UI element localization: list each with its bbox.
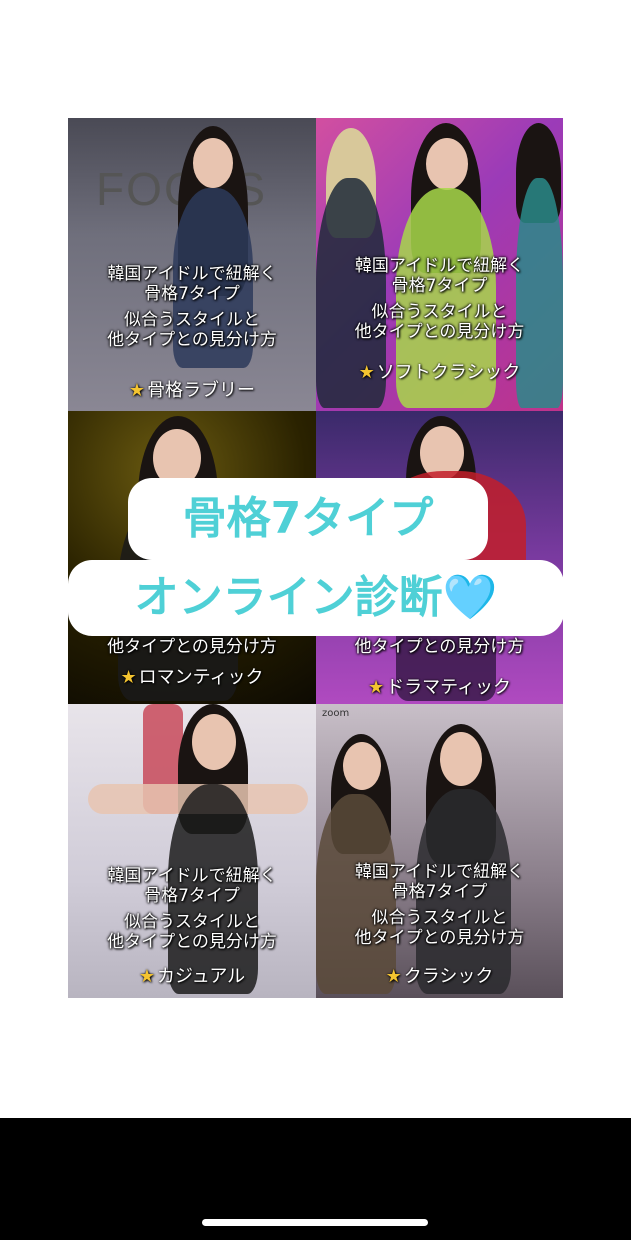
tile-caption: 韓国アイドルで紐解く 骨格7タイプ 似合うスタイルと 他タイプとの見分け方 xyxy=(354,256,525,342)
heart-icon: 🩵 xyxy=(442,572,498,623)
star-icon: ★ xyxy=(385,966,402,987)
tile-caption: 他タイプとの見分け方 xyxy=(107,637,277,657)
tile-soft-classic: 韓国アイドルで紐解く 骨格7タイプ 似合うスタイルと 他タイプとの見分け方 ★ ソ… xyxy=(316,118,563,411)
tile-caption: 他タイプとの見分け方 xyxy=(354,637,525,657)
tile-caption: 韓国アイドルで紐解く 骨格7タイプ 似合うスタイルと 他タイプとの見分け方 xyxy=(107,264,277,350)
tile-casual: 韓国アイドルで紐解く 骨格7タイプ 似合うスタイルと 他タイプとの見分け方 ★ カ… xyxy=(68,704,316,998)
tile-lovely: FOCUS 韓国アイドルで紐解く 骨格7タイプ 似合うスタイルと 他タイプとの見… xyxy=(68,118,316,411)
watermark: zoom xyxy=(322,708,350,719)
star-icon: ★ xyxy=(128,380,146,401)
type-label: ★ カジュアル xyxy=(138,966,246,987)
home-indicator[interactable] xyxy=(202,1219,428,1226)
type-label: ★ ロマンティック xyxy=(120,667,264,688)
banner-title-line2: オンライン診断🩵 xyxy=(68,560,564,636)
banner-title-line1: 骨格7タイプ xyxy=(128,478,488,560)
star-icon: ★ xyxy=(138,966,155,987)
type-label: ★ 骨格ラブリー xyxy=(128,380,256,401)
type-label: ★ ドラマティック xyxy=(367,677,512,698)
type-label: ★ クラシック xyxy=(385,966,494,987)
tile-caption: 韓国アイドルで紐解く 骨格7タイプ 似合うスタイルと 他タイプとの見分け方 xyxy=(107,866,277,952)
star-icon: ★ xyxy=(358,362,375,383)
star-icon: ★ xyxy=(120,667,137,688)
type-label: ★ ソフトクラシック xyxy=(358,362,521,383)
tile-classic: zoom 韓国アイドルで紐解く 骨格7タイプ 似合うスタイルと 他タイプとの見分… xyxy=(316,704,563,998)
star-icon: ★ xyxy=(367,677,385,698)
tile-caption: 韓国アイドルで紐解く 骨格7タイプ 似合うスタイルと 他タイプとの見分け方 xyxy=(354,862,525,948)
